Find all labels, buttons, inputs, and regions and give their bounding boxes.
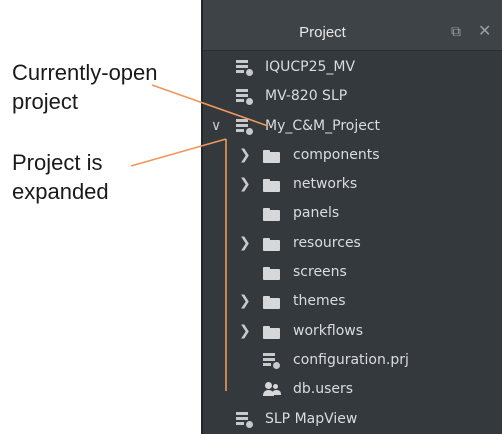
tree-row-folder-components[interactable]: ❯ components xyxy=(203,141,502,170)
tree-row-project-my-cm-project[interactable]: ∨ My_C&M_Project xyxy=(203,112,502,141)
project-icon xyxy=(236,89,254,107)
folder-icon xyxy=(263,206,280,222)
users-icon xyxy=(263,382,281,397)
folder-icon xyxy=(263,148,280,163)
callout-line: Currently-open xyxy=(12,60,158,85)
tree-row-label: MV-820 SLP xyxy=(265,88,348,105)
tree-row-label: components xyxy=(293,146,380,163)
callout-line: project xyxy=(12,89,79,114)
callout-project-expanded: Project is expanded xyxy=(12,148,109,206)
chevron-right-icon[interactable]: ❯ xyxy=(239,317,251,346)
tree-row-file-db-users[interactable]: db.users xyxy=(203,375,502,404)
panel-title: Project xyxy=(299,24,346,41)
folder-icon xyxy=(263,324,280,339)
tree-row-folder-workflows[interactable]: ❯ workflows xyxy=(203,317,502,346)
chevron-right-icon[interactable]: ❯ xyxy=(239,170,251,199)
tree-row-folder-resources[interactable]: ❯ resources xyxy=(203,229,502,258)
tree-row-project-mv-820-slp[interactable]: MV-820 SLP xyxy=(203,82,502,111)
tree-row-label: panels xyxy=(293,205,340,222)
chevron-right-icon[interactable]: ❯ xyxy=(239,229,251,258)
folder-icon xyxy=(263,236,280,251)
tree-row-label: screens xyxy=(293,264,347,281)
chevron-right-icon[interactable]: ❯ xyxy=(239,287,251,316)
tree-row-label: resources xyxy=(293,234,361,251)
project-icon xyxy=(236,60,254,77)
folder-icon xyxy=(263,177,280,193)
tree-row-project-slp-mapview[interactable]: SLP MapView xyxy=(203,405,502,434)
undock-icon[interactable]: ⧉ xyxy=(451,25,461,39)
tree-row-label: My_C&M_Project xyxy=(265,117,381,134)
tree-row-label: workflows xyxy=(293,322,364,339)
project-panel: Project ⧉ ✕ IQUCP25_MV MV-820 SLP ∨ My_C… xyxy=(201,0,502,434)
tree-row-file-configuration-prj[interactable]: configuration.prj xyxy=(203,346,502,375)
callout-line: expanded xyxy=(12,179,109,204)
project-tree: IQUCP25_MV MV-820 SLP ∨ My_C&M_Project ❯… xyxy=(203,53,502,434)
tree-row-label: networks xyxy=(293,176,358,193)
callout-currently-open-project: Currently-open project xyxy=(12,58,158,116)
tree-row-label: IQUCP25_MV xyxy=(265,59,356,75)
project-icon xyxy=(236,411,254,429)
tree-row-folder-screens[interactable]: screens xyxy=(203,258,502,287)
project-icon xyxy=(236,118,254,136)
tree-row-folder-panels[interactable]: panels xyxy=(203,199,502,228)
folder-icon xyxy=(263,265,280,281)
folder-icon xyxy=(263,294,280,310)
panel-header: Project ⧉ ✕ xyxy=(203,0,502,51)
tree-row-folder-networks[interactable]: ❯ networks xyxy=(203,170,502,199)
close-icon[interactable]: ✕ xyxy=(478,23,491,39)
chevron-right-icon[interactable]: ❯ xyxy=(239,141,251,170)
tree-row-label: db.users xyxy=(293,381,354,398)
tree-row-label: themes xyxy=(293,293,346,310)
tree-row-folder-themes[interactable]: ❯ themes xyxy=(203,287,502,316)
tree-row-project-iqucp25-mv[interactable]: IQUCP25_MV xyxy=(203,53,502,82)
project-file-icon xyxy=(263,352,281,370)
chevron-down-icon[interactable]: ∨ xyxy=(211,112,221,141)
tree-row-label: configuration.prj xyxy=(293,351,409,368)
tree-row-label: SLP MapView xyxy=(265,410,358,427)
callout-line: Project is xyxy=(12,150,103,175)
